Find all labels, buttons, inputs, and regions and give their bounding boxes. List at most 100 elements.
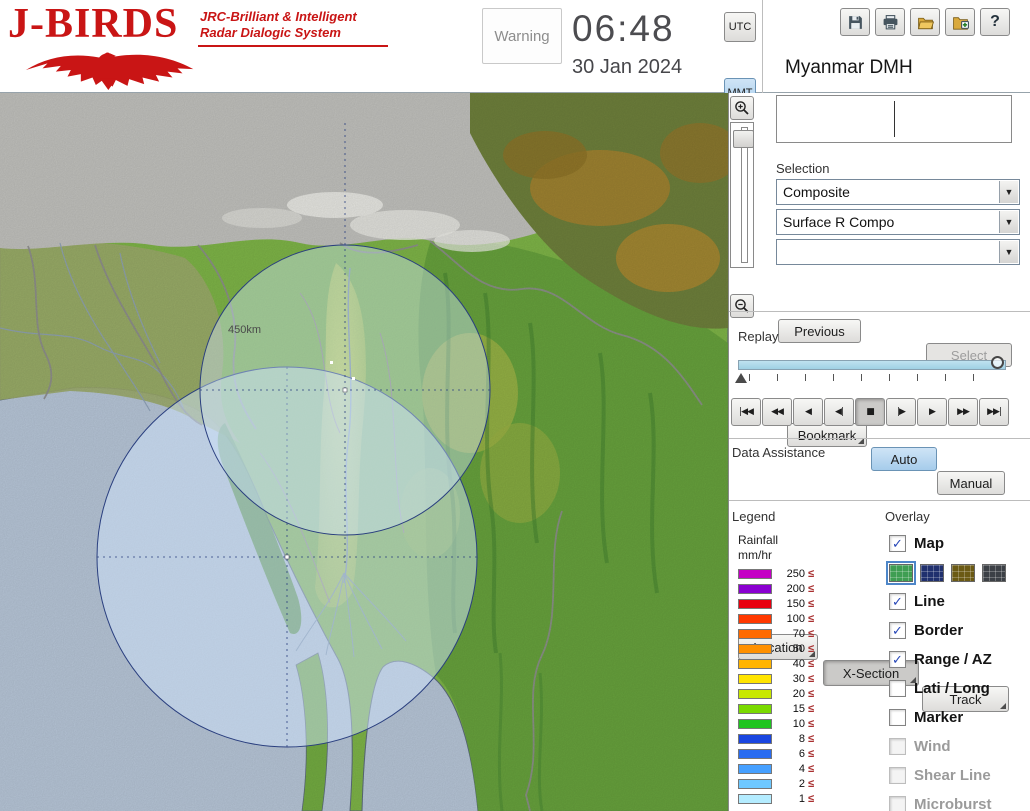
overlay-item-lati-long: Lati / Long (889, 674, 1006, 703)
play-button[interactable]: ▶ (917, 398, 947, 426)
chevron-down-icon[interactable]: ▼ (999, 181, 1018, 203)
legend-value: 100 (786, 612, 805, 625)
legend-color-swatch (738, 718, 772, 729)
logo-subtitle-line2: Radar Dialogic System (200, 25, 341, 41)
auto-mode-button[interactable]: Auto (871, 447, 937, 471)
overlay-checkbox-map[interactable]: ✓ (889, 535, 906, 552)
legend-row-6: 6 ≤ (738, 746, 814, 761)
open-folder-icon (917, 17, 934, 29)
print-button[interactable] (875, 8, 905, 36)
legend-row-150: 150 ≤ (738, 596, 814, 611)
legend-value: 15 (792, 702, 805, 715)
legend-value: 4 (798, 762, 805, 775)
terrain-map-image: 450km (0, 93, 728, 811)
zoom-in-button[interactable] (730, 96, 754, 120)
radar-map[interactable]: 450km (0, 93, 728, 811)
help-icon: ? (990, 13, 1000, 30)
legend-row-4: 4 ≤ (738, 761, 814, 776)
legend-row-200: 200 ≤ (738, 581, 814, 596)
legend-operator: ≤ (808, 582, 815, 595)
replay-label: Replay (738, 329, 779, 344)
auto-label: Auto (890, 451, 918, 467)
map-style-swatch-3[interactable] (951, 563, 975, 582)
legend-value: 200 (786, 582, 805, 595)
warning-label: Warning (494, 27, 550, 45)
overlay-checkbox-marker[interactable] (889, 709, 906, 726)
manual-mode-button[interactable]: Manual (937, 471, 1005, 495)
jump-end-button[interactable]: ▶▶| (979, 398, 1009, 426)
play-reverse-button[interactable]: ◀ (793, 398, 823, 426)
overlay-checkbox-line[interactable]: ✓ (889, 593, 906, 610)
option-combo[interactable]: ▼ (776, 239, 1020, 265)
replay-slider-thumb[interactable] (991, 356, 1004, 369)
replay-slider-track[interactable] (738, 360, 1006, 370)
legend-color-swatch (738, 598, 772, 609)
bookmark-label: Bookmark (797, 427, 857, 443)
composite-combo[interactable]: Composite ▼ (776, 179, 1020, 205)
legend-operator: ≤ (808, 762, 815, 775)
separator (729, 500, 1030, 501)
overlay-item-label: Marker (914, 709, 964, 726)
warning-button[interactable]: Warning (482, 8, 562, 64)
chevron-down-icon[interactable]: ▼ (999, 211, 1018, 233)
step-back-button[interactable]: ◀| (824, 398, 854, 426)
utc-toggle-button[interactable]: UTC (724, 12, 756, 42)
overlay-checkbox-range-az[interactable]: ✓ (889, 651, 906, 668)
station-display-box[interactable] (776, 95, 1012, 143)
replay-start-marker[interactable] (735, 373, 747, 383)
selection-label: Selection (776, 161, 830, 176)
previous-button[interactable]: Previous (778, 319, 861, 343)
print-icon (883, 14, 897, 29)
overlay-item-shear-line: Shear Line (889, 761, 1006, 790)
eagle-logo-icon (25, 52, 194, 90)
zoom-out-button[interactable] (730, 294, 754, 318)
legend-operator: ≤ (808, 687, 815, 700)
zoom-in-icon (735, 101, 749, 115)
toolbar: ? (840, 8, 1010, 36)
bookmark-button[interactable]: Bookmark (787, 423, 867, 447)
legend-value: 50 (792, 642, 805, 655)
map-style-swatch-4[interactable] (982, 563, 1006, 582)
stop-button[interactable]: ■ (855, 398, 885, 426)
add-file-button[interactable] (945, 8, 975, 36)
clock-date: 30 Jan 2024 (572, 56, 683, 78)
help-button[interactable]: ? (980, 8, 1010, 36)
legend-row-10: 10 ≤ (738, 716, 814, 731)
fast-rewind-button[interactable]: ◀◀ (762, 398, 792, 426)
step-forward-button[interactable]: |▶ (886, 398, 916, 426)
save-button[interactable] (840, 8, 870, 36)
legend-unit: mm/hr (738, 548, 772, 562)
product-combo[interactable]: Surface R Compo ▼ (776, 209, 1020, 235)
legend-color-swatch (738, 778, 772, 789)
jump-start-button[interactable]: |◀◀ (731, 398, 761, 426)
overlay-item-label: Shear Line (914, 767, 991, 784)
legend-row-50: 50 ≤ (738, 641, 814, 656)
legend-value: 150 (786, 597, 805, 610)
header-bar: J-BIRDS JRC-Brilliant & Intelligent Rada… (0, 0, 1030, 108)
legend-value: 10 (792, 717, 805, 730)
legend-operator: ≤ (808, 642, 815, 655)
clock-time: 06:48 (572, 8, 675, 49)
map-style-swatch-2[interactable] (920, 563, 944, 582)
legend-operator: ≤ (808, 792, 815, 805)
save-icon (848, 15, 862, 29)
legend-color-swatch (738, 703, 772, 714)
overlay-checkbox-wind (889, 738, 906, 755)
fast-forward-button[interactable]: ▶▶ (948, 398, 978, 426)
chevron-down-icon[interactable]: ▼ (999, 241, 1018, 263)
overlay-item-label: Line (914, 593, 945, 610)
legend-color-swatch (738, 643, 772, 654)
legend-color-swatch (738, 583, 772, 594)
overlay-checkbox-lati-long[interactable] (889, 680, 906, 697)
overlay-item-microburst: Microburst (889, 790, 1006, 811)
open-file-button[interactable] (910, 8, 940, 36)
legend-operator: ≤ (808, 672, 815, 685)
legend-operator: ≤ (808, 717, 815, 730)
overlay-checkbox-border[interactable]: ✓ (889, 622, 906, 639)
map-style-swatch-1[interactable] (886, 560, 916, 585)
legend-color-swatch (738, 658, 772, 669)
zoom-slider-thumb[interactable] (733, 130, 754, 148)
replay-slider-ticks (749, 374, 1001, 381)
zoom-slider[interactable] (730, 122, 754, 268)
legend-color-swatch (738, 733, 772, 744)
